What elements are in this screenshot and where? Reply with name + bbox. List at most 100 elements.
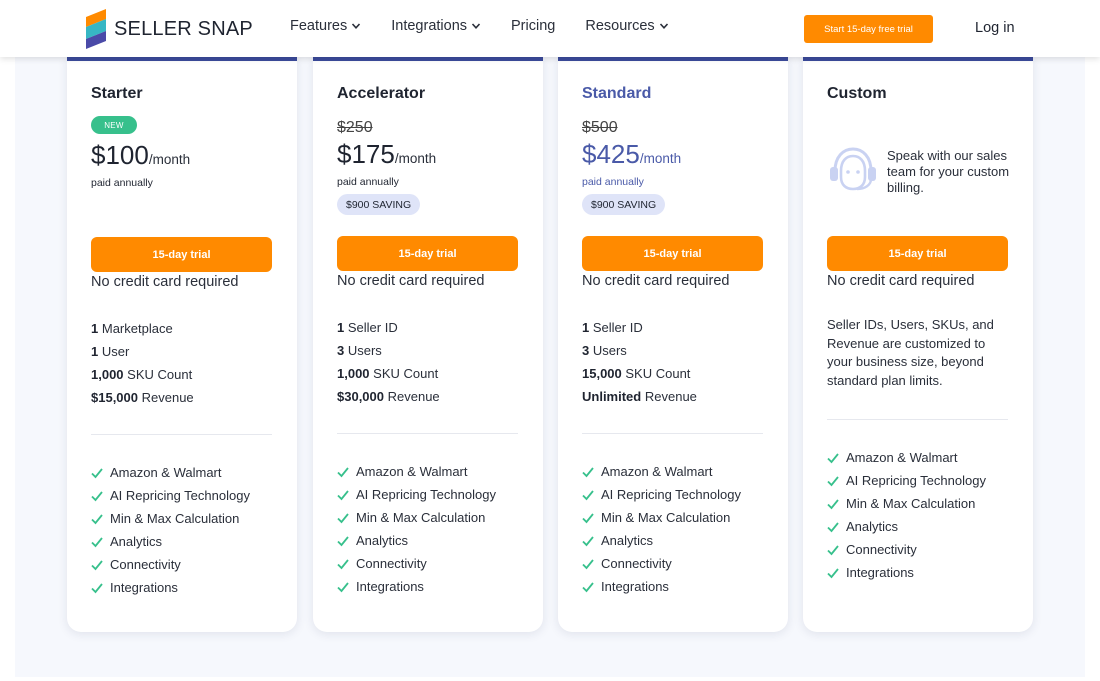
no-credit-card-note: No credit card required (827, 273, 975, 289)
check-icon (337, 581, 349, 592)
limit-label: Seller ID (592, 320, 643, 335)
limit-value: 1 (582, 320, 590, 335)
brand-logo[interactable]: SELLER SNAP (84, 9, 253, 49)
feature-item: AI Repricing Technology (91, 484, 250, 507)
check-icon (337, 489, 349, 500)
trial-button[interactable]: 15-day trial (337, 236, 518, 271)
limit-label: Seller ID (347, 320, 398, 335)
limit-row: 1 Marketplace (91, 317, 194, 340)
no-credit-card-note: No credit card required (337, 273, 485, 289)
feature-item: Analytics (91, 530, 250, 553)
plan-limits: 1 Marketplace 1 User 1,000 SKU Count $15… (91, 317, 194, 409)
nav-features-label: Features (290, 18, 348, 34)
limit-value: 3 (582, 343, 590, 358)
seller-snap-logo-icon (86, 9, 106, 49)
new-badge: NEW (91, 116, 137, 134)
limit-label: Users (347, 343, 382, 358)
feature-item: Analytics (827, 515, 986, 538)
feature-label: Analytics (110, 534, 163, 549)
divider (91, 434, 272, 435)
feature-label: Analytics (846, 519, 899, 534)
nav-integrations[interactable]: Integrations (391, 18, 481, 34)
limit-label: SKU Count (127, 367, 193, 382)
limit-row: Unlimited Revenue (582, 385, 697, 408)
check-icon (827, 544, 839, 555)
feature-item: Analytics (582, 529, 741, 552)
trial-button[interactable]: 15-day trial (827, 236, 1008, 271)
feature-label: Min & Max Calculation (356, 510, 486, 525)
check-icon (91, 582, 103, 593)
plan-price: $425 (582, 139, 640, 169)
feature-item: Min & Max Calculation (91, 507, 250, 530)
check-icon (337, 558, 349, 569)
chevron-down-icon (352, 23, 361, 29)
login-link[interactable]: Log in (975, 20, 1015, 36)
trial-button[interactable]: 15-day trial (91, 237, 272, 272)
price-row: $100 /month (91, 140, 190, 171)
feature-item: Amazon & Walmart (827, 446, 986, 469)
nav-pricing[interactable]: Pricing (511, 18, 555, 34)
price-row: $175 /month (337, 139, 436, 170)
feature-item: AI Repricing Technology (582, 483, 741, 506)
feature-label: AI Repricing Technology (601, 487, 741, 502)
billing-note: paid annually (582, 176, 644, 188)
limit-label: Revenue (644, 389, 697, 404)
feature-label: Analytics (601, 533, 654, 548)
check-icon (582, 558, 594, 569)
feature-list: Amazon & Walmart AI Repricing Technology… (827, 446, 986, 584)
limit-row: 3 Users (337, 339, 440, 362)
check-icon (337, 512, 349, 523)
feature-label: Integrations (601, 579, 669, 594)
feature-label: AI Repricing Technology (356, 487, 496, 502)
check-icon (91, 467, 103, 478)
original-price: $500 (582, 119, 618, 136)
price-period: /month (148, 152, 191, 167)
custom-plan-description: Seller IDs, Users, SKUs, and Revenue are… (827, 317, 994, 388)
billing-note: paid annually (337, 176, 399, 188)
sales-contact-text: Speak with our sales team for your custo… (887, 148, 1010, 195)
feature-item: Amazon & Walmart (337, 460, 496, 483)
check-icon (91, 559, 103, 570)
feature-item: AI Repricing Technology (337, 483, 496, 506)
price-row: $425 /month (582, 139, 681, 170)
nav-integrations-label: Integrations (391, 18, 468, 34)
limit-label: SKU Count (373, 366, 439, 381)
nav-features[interactable]: Features (290, 18, 361, 34)
limit-value: 1 (91, 321, 99, 336)
feature-label: Connectivity (110, 557, 181, 572)
limit-row: 15,000 SKU Count (582, 362, 697, 385)
check-icon (827, 521, 839, 532)
plan-card-custom: Custom Speak with our sales team for you… (803, 57, 1033, 632)
limit-label: Users (592, 343, 627, 358)
check-icon (582, 581, 594, 592)
feature-list: Amazon & Walmart AI Repricing Technology… (91, 461, 250, 599)
feature-item: Min & Max Calculation (337, 506, 496, 529)
plan-card-accelerator: Accelerator $250 $175 /month paid annual… (313, 57, 543, 632)
check-icon (827, 475, 839, 486)
limit-label: Revenue (387, 389, 440, 404)
feature-item: Connectivity (91, 553, 250, 576)
nav-resources[interactable]: Resources (585, 18, 668, 34)
feature-item: Min & Max Calculation (827, 492, 986, 515)
no-credit-card-note: No credit card required (91, 274, 239, 290)
site-header: SELLER SNAP Features Integrations Pricin… (0, 0, 1100, 57)
start-free-trial-button[interactable]: Start 15-day free trial (804, 15, 933, 43)
limit-row: 1 Seller ID (582, 316, 697, 339)
check-icon (91, 490, 103, 501)
feature-label: Amazon & Walmart (846, 450, 958, 465)
no-credit-card-note: No credit card required (582, 273, 730, 289)
brand-name: SELLER SNAP (114, 17, 253, 40)
feature-label: Amazon & Walmart (601, 464, 713, 479)
feature-list: Amazon & Walmart AI Repricing Technology… (337, 460, 496, 598)
trial-button[interactable]: 15-day trial (582, 236, 763, 271)
feature-item: Connectivity (827, 538, 986, 561)
limit-value: 1 (337, 320, 345, 335)
feature-item: Min & Max Calculation (582, 506, 741, 529)
limit-value: 1,000 (91, 367, 124, 382)
feature-list: Amazon & Walmart AI Repricing Technology… (582, 460, 741, 598)
feature-label: Integrations (356, 579, 424, 594)
limit-value: $15,000 (91, 390, 138, 405)
limit-row: 1 Seller ID (337, 316, 440, 339)
limit-label: Revenue (141, 390, 194, 405)
divider (827, 419, 1008, 420)
